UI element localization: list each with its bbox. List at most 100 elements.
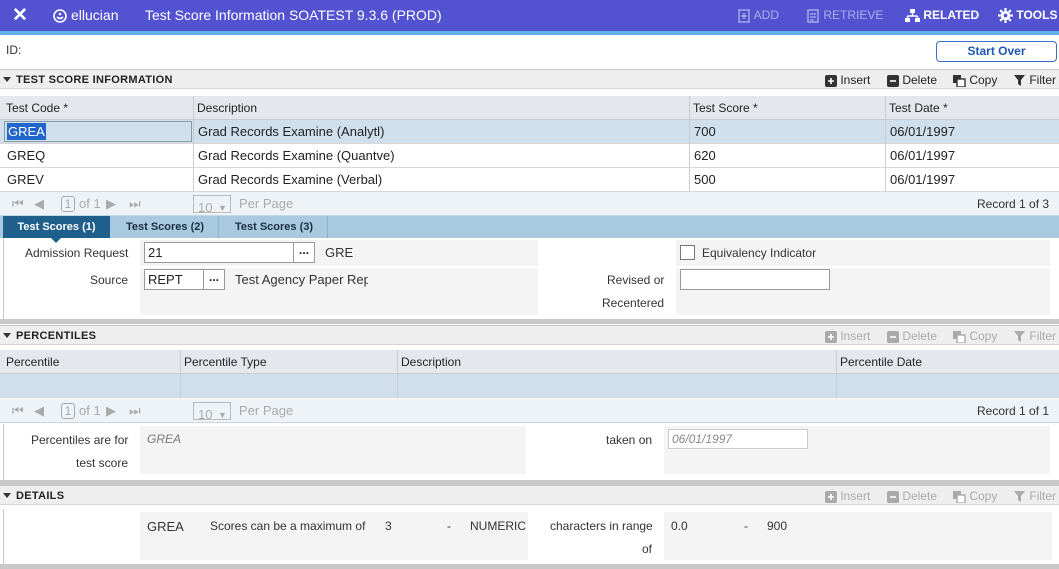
related-button[interactable]: RELATED (905, 0, 979, 31)
collapse-triangle-icon[interactable] (3, 493, 11, 498)
page-number-input[interactable]: 1 (61, 196, 75, 212)
close-icon[interactable]: ✕ (12, 0, 28, 31)
source-lookup-button[interactable]: ... (203, 269, 225, 290)
col-description[interactable]: Description (401, 350, 461, 374)
col-percentile-type[interactable]: Percentile Type (184, 350, 267, 374)
test-code-cell[interactable]: GREQ (7, 144, 45, 168)
tab-test-scores-1[interactable]: Test Scores (1) (3, 216, 110, 238)
id-label: ID: (6, 43, 22, 57)
tab-test-scores-3[interactable]: Test Scores (3) (221, 216, 328, 238)
filter-label: Filter (1029, 73, 1057, 87)
per-page-select[interactable]: 10 ▼ (193, 195, 231, 215)
col-test-date[interactable]: Test Date * (889, 96, 948, 120)
col-percentile[interactable]: Percentile (6, 350, 59, 374)
percentiles-column-headers: Percentile Percentile Type Description P… (0, 350, 1059, 374)
last-page-icon[interactable]: ⏭ (129, 399, 141, 423)
prev-page-icon[interactable]: ◀ (34, 399, 44, 423)
table-row[interactable]: GREA Grad Records Examine (Analytl) 700 … (0, 120, 1059, 144)
filter-button[interactable]: Filter (1014, 70, 1056, 90)
source-input[interactable]: REPT (144, 269, 204, 290)
field-bg (140, 426, 526, 474)
admission-request-input[interactable]: 21 (144, 242, 294, 263)
col-test-code[interactable]: Test Code * (6, 96, 68, 120)
copy-button[interactable]: Copy (953, 326, 997, 346)
delete-label: Delete (902, 73, 938, 87)
score-cell[interactable]: 620 (694, 144, 716, 168)
admission-request-label: Admission Request (25, 246, 129, 260)
last-page-icon[interactable]: ⏭ (129, 192, 141, 216)
next-page-icon[interactable]: ▶ (106, 192, 116, 216)
filter-icon (1014, 74, 1025, 86)
copy-button[interactable]: Copy (953, 70, 997, 90)
copy-icon (953, 490, 966, 503)
related-label: RELATED (923, 8, 980, 22)
admission-lookup-button[interactable]: ... (293, 242, 315, 263)
delete-button[interactable]: Delete (887, 70, 937, 90)
delete-button[interactable]: Delete (887, 326, 937, 346)
score-cell[interactable]: 700 (694, 120, 716, 144)
copy-button[interactable]: Copy (953, 486, 997, 506)
copy-label: Copy (969, 73, 998, 87)
details-dash: - (447, 519, 451, 533)
insert-button[interactable]: Insert (825, 486, 870, 506)
date-cell[interactable]: 06/01/1997 (890, 120, 955, 144)
table-row[interactable] (0, 374, 1059, 398)
date-cell[interactable]: 06/01/1997 (890, 168, 955, 192)
section-separator (0, 319, 1059, 324)
add-button[interactable]: ADD (737, 0, 779, 31)
filter-button[interactable]: Filter (1014, 326, 1056, 346)
prev-page-icon[interactable]: ◀ (34, 192, 44, 216)
retrieve-icon (807, 9, 819, 23)
percentiles-for-label-line2: test score (76, 456, 129, 470)
top-bar: ✕ ellucian Test Score Information SOATES… (0, 0, 1059, 35)
insert-button[interactable]: Insert (825, 70, 870, 90)
collapse-triangle-icon[interactable] (3, 333, 11, 338)
taken-on-input[interactable]: 06/01/1997 (668, 429, 808, 449)
insert-button[interactable]: Insert (825, 326, 870, 346)
score-cell[interactable]: 500 (694, 168, 716, 192)
minus-box-icon (887, 74, 899, 87)
date-cell[interactable]: 06/01/1997 (890, 144, 955, 168)
first-page-icon[interactable]: ⏮ (12, 399, 24, 423)
equivalency-checkbox[interactable] (680, 245, 695, 260)
revised-input[interactable] (680, 269, 830, 290)
range-label-line2: of (642, 542, 653, 556)
record-count: Record 1 of 3 (977, 197, 1050, 211)
test-code-cell[interactable]: GREA (7, 123, 46, 140)
range-dash: - (744, 519, 748, 533)
test-code-cell[interactable]: GREV (7, 168, 44, 192)
test-score-column-headers: Test Code * Description Test Score * Tes… (0, 96, 1059, 120)
page-title: Test Score Information SOATEST 9.3.6 (PR… (145, 7, 442, 23)
tab-test-scores-2[interactable]: Test Scores (2) (112, 216, 219, 238)
per-page-label: Per Page (239, 403, 294, 418)
delete-label: Delete (902, 329, 938, 343)
tools-button[interactable]: TOOLS (998, 0, 1057, 31)
start-over-button[interactable]: Start Over (936, 41, 1057, 62)
start-over-label: Start Over (967, 44, 1026, 58)
tab-label: Test Scores (1) (17, 221, 96, 233)
add-doc-icon (738, 9, 750, 23)
per-page-select[interactable]: 10 ▼ (193, 402, 231, 422)
page-count: of 1 (79, 403, 101, 418)
source-label: Source (90, 273, 129, 287)
revised-label-line1: Revised or (607, 273, 665, 287)
filter-button[interactable]: Filter (1014, 486, 1056, 506)
collapse-triangle-icon[interactable] (3, 77, 11, 82)
range-max: 900 (767, 519, 788, 533)
first-page-icon[interactable]: ⏮ (12, 192, 24, 216)
page-number-input[interactable]: 1 (61, 403, 75, 419)
next-page-icon[interactable]: ▶ (106, 399, 116, 423)
col-description[interactable]: Description (197, 96, 257, 120)
col-test-score[interactable]: Test Score * (693, 96, 758, 120)
section-separator (0, 564, 1059, 569)
details-code: GREA (147, 519, 184, 534)
details-type: NUMERIC (470, 519, 526, 533)
column-divider (397, 350, 398, 398)
delete-button[interactable]: Delete (887, 486, 937, 506)
col-percentile-date[interactable]: Percentile Date (840, 350, 922, 374)
table-row[interactable]: GREQ Grad Records Examine (Quantve) 620 … (0, 144, 1059, 168)
retrieve-button[interactable]: RETRIEVE (806, 0, 883, 31)
tab-label: Test Scores (2) (125, 221, 205, 233)
table-row[interactable]: GREV Grad Records Examine (Verbal) 500 0… (0, 168, 1059, 192)
range-label-line1: characters in range (550, 519, 653, 533)
